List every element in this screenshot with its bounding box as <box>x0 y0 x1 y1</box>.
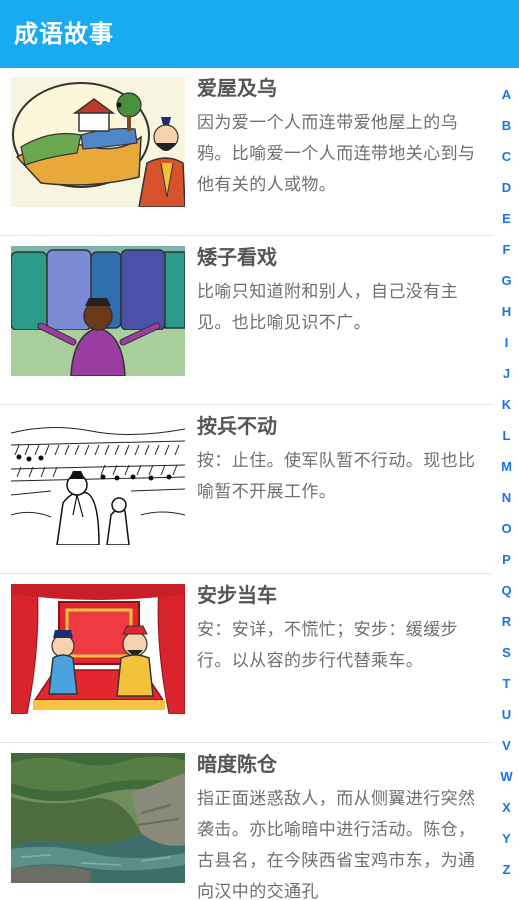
short-man-watching-play-illustration <box>11 246 185 376</box>
idiom-title: 暗度陈仓 <box>197 752 277 776</box>
idiom-thumbnail <box>11 415 185 545</box>
index-letter-d[interactable]: D <box>494 180 519 196</box>
index-letter-s[interactable]: S <box>494 645 519 661</box>
index-letter-g[interactable]: G <box>494 273 519 289</box>
index-letter-o[interactable]: O <box>494 521 519 537</box>
index-letter-m[interactable]: M <box>494 459 519 475</box>
idiom-title: 按兵不动 <box>197 414 277 438</box>
index-letter-n[interactable]: N <box>494 490 519 506</box>
app-bar: 成语故事 <box>0 0 519 68</box>
house-crow-illustration <box>11 77 185 207</box>
mountain-river-photo <box>11 753 185 883</box>
stage-two-officials-illustration <box>11 584 185 714</box>
idiom-thumbnail <box>11 584 185 714</box>
index-letter-u[interactable]: U <box>494 707 519 723</box>
index-letter-q[interactable]: Q <box>494 583 519 599</box>
index-letter-h[interactable]: H <box>494 304 519 320</box>
idiom-description: 安：安详，不慌忙；安步：缓缓步行。以从容的步行代替乘车。 <box>197 620 458 671</box>
index-letter-c[interactable]: C <box>494 149 519 165</box>
idiom-title: 爱屋及乌 <box>197 76 277 100</box>
index-letter-k[interactable]: K <box>494 397 519 413</box>
index-letter-r[interactable]: R <box>494 614 519 630</box>
index-letter-y[interactable]: Y <box>494 831 519 847</box>
idiom-row[interactable]: 爱屋及乌 因为爱一个人而连带爱他屋上的乌鸦。比喻爱一个人而连带地关心到与他有关的… <box>0 68 492 236</box>
index-letter-b[interactable]: B <box>494 118 519 134</box>
idiom-title: 安步当车 <box>197 583 277 607</box>
alphabet-index[interactable]: ABCDEFGHIJKLMNOPQRSTUVWXYZ <box>494 80 519 880</box>
idiom-thumbnail <box>11 753 185 883</box>
idiom-description: 因为爱一个人而连带爱他屋上的乌鸦。比喻爱一个人而连带地关心到与他有关的人或物。 <box>197 113 476 195</box>
index-letter-t[interactable]: T <box>494 676 519 692</box>
index-letter-j[interactable]: J <box>494 366 519 382</box>
index-letter-z[interactable]: Z <box>494 862 519 878</box>
index-letter-f[interactable]: F <box>494 242 519 258</box>
idiom-description: 指正面迷惑敌人，而从侧翼进行突然袭击。亦比喻暗中进行活动。陈仓，古县名，在今陕西… <box>197 789 476 900</box>
index-letter-p[interactable]: P <box>494 552 519 568</box>
index-letter-x[interactable]: X <box>494 800 519 816</box>
index-letter-e[interactable]: E <box>494 211 519 227</box>
idiom-row[interactable]: 暗度陈仓 指正面迷惑敌人，而从侧翼进行突然袭击。亦比喻暗中进行活动。陈仓，古县名… <box>0 744 492 900</box>
idiom-description: 按：止住。使军队暂不行动。现也比喻暂不开展工作。 <box>197 451 476 502</box>
army-halted-sketch <box>11 415 185 545</box>
idiom-description: 比喻只知道附和别人，自己没有主见。也比喻见识不广。 <box>197 282 458 333</box>
idiom-title: 矮子看戏 <box>197 245 277 269</box>
index-letter-a[interactable]: A <box>494 87 519 103</box>
idiom-thumbnail <box>11 246 185 376</box>
app-title: 成语故事 <box>14 20 114 48</box>
index-letter-v[interactable]: V <box>494 738 519 754</box>
index-letter-l[interactable]: L <box>494 428 519 444</box>
idiom-thumbnail <box>11 77 185 207</box>
idiom-list[interactable]: 爱屋及乌 因为爱一个人而连带爱他屋上的乌鸦。比喻爱一个人而连带地关心到与他有关的… <box>0 68 492 900</box>
idiom-row[interactable]: 安步当车 安：安详，不慌忙；安步：缓缓步行。以从容的步行代替乘车。 <box>0 575 492 743</box>
idiom-row[interactable]: 矮子看戏 比喻只知道附和别人，自己没有主见。也比喻见识不广。 <box>0 237 492 405</box>
index-letter-i[interactable]: I <box>494 335 519 351</box>
index-letter-w[interactable]: W <box>494 769 519 785</box>
idiom-row[interactable]: 按兵不动 按：止住。使军队暂不行动。现也比喻暂不开展工作。 <box>0 406 492 574</box>
